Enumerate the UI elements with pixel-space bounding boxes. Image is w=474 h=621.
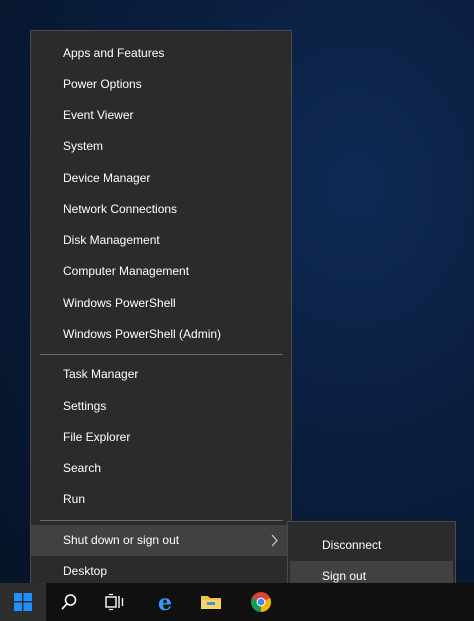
desktop-background: Apps and Features Power Options Event Vi… xyxy=(0,0,474,621)
submenu-item-disconnect[interactable]: Disconnect xyxy=(290,530,453,561)
menu-item-search[interactable]: Search xyxy=(31,453,291,484)
search-icon xyxy=(61,594,77,610)
edge-button[interactable]: e xyxy=(142,583,188,621)
start-button[interactable] xyxy=(0,583,46,621)
taskbar: e xyxy=(0,583,474,621)
menu-item-windows-powershell[interactable]: Windows PowerShell xyxy=(31,288,291,319)
menu-item-computer-management[interactable]: Computer Management xyxy=(31,256,291,287)
chrome-icon xyxy=(250,592,272,613)
menu-item-event-viewer[interactable]: Event Viewer xyxy=(31,100,291,131)
svg-text:e: e xyxy=(158,591,172,613)
menu-item-apps-and-features[interactable]: Apps and Features xyxy=(31,38,291,69)
menu-item-device-manager[interactable]: Device Manager xyxy=(31,163,291,194)
task-view-icon xyxy=(105,593,124,611)
task-view-button[interactable] xyxy=(92,583,138,621)
menu-item-network-connections[interactable]: Network Connections xyxy=(31,194,291,225)
menu-separator xyxy=(40,354,283,355)
taskbar-search-button[interactable] xyxy=(46,583,92,621)
menu-item-settings[interactable]: Settings xyxy=(31,391,291,422)
menu-item-shut-down-or-sign-out[interactable]: Shut down or sign out xyxy=(31,525,291,556)
file-explorer-icon xyxy=(201,596,221,609)
menu-item-disk-management[interactable]: Disk Management xyxy=(31,225,291,256)
menu-item-task-manager[interactable]: Task Manager xyxy=(31,359,291,390)
menu-item-file-explorer[interactable]: File Explorer xyxy=(31,422,291,453)
menu-item-system[interactable]: System xyxy=(31,131,291,162)
menu-separator xyxy=(40,520,283,521)
winx-context-menu: Apps and Features Power Options Event Vi… xyxy=(30,30,292,592)
windows-start-icon xyxy=(14,593,32,611)
menu-item-windows-powershell-admin[interactable]: Windows PowerShell (Admin) xyxy=(31,319,291,350)
chevron-right-icon xyxy=(271,534,278,547)
chrome-button[interactable] xyxy=(238,583,284,621)
menu-item-label: Shut down or sign out xyxy=(63,533,180,547)
menu-item-power-options[interactable]: Power Options xyxy=(31,69,291,100)
menu-item-run[interactable]: Run xyxy=(31,484,291,515)
edge-icon: e xyxy=(158,591,172,613)
file-explorer-button[interactable] xyxy=(188,583,234,621)
